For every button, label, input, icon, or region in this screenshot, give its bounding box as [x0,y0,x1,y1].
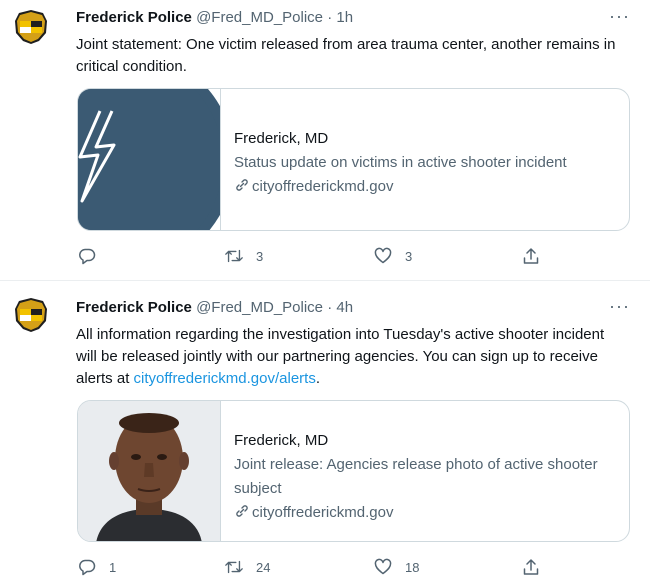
separator-dot: · [327,9,333,26]
author-name[interactable]: Frederick Police [76,299,192,316]
author-name[interactable]: Frederick Police [76,9,192,26]
timestamp[interactable]: 4h [336,299,353,316]
author-handle[interactable]: @Fred_MD_Police [196,299,323,316]
share-icon [523,248,539,264]
police-badge-avatar[interactable] [13,9,49,45]
link-card[interactable]: Frederick, MD Status update on victims i… [77,88,630,231]
retweet-button[interactable]: 3 [224,245,263,267]
tweet-header: Frederick Police @Fred_MD_Police · 1h [76,8,353,28]
tweet[interactable]: Frederick Police @Fred_MD_Police · 4h ··… [0,281,650,585]
card-text: Frederick, MD Joint release: Agencies re… [234,429,609,525]
reply-button[interactable]: 1 [77,556,116,578]
retweet-icon [225,560,243,574]
retweet-count: 24 [256,559,271,575]
tweet-text: All information regarding the investigat… [76,324,616,390]
tweet[interactable]: Frederick Police @Fred_MD_Police · 1h ··… [0,0,650,281]
tweet-text-end: . [315,370,320,387]
link-card[interactable]: Frederick, MD Joint release: Agencies re… [77,400,630,542]
police-badge-avatar[interactable] [13,297,49,333]
tweet-actions: 1 24 18 [77,556,547,578]
card-thumbnail-lightning [78,89,235,230]
tweet-text: Joint statement: One victim released fro… [76,36,616,75]
separator-dot: · [327,299,333,316]
heart-icon [374,247,392,264]
share-button[interactable] [521,245,541,267]
retweet-icon [225,249,243,263]
more-options-icon[interactable]: ··· [609,6,630,27]
card-site: Frederick, MD [234,432,329,449]
card-url-text: cityoffrederickmd.gov [252,178,394,195]
like-count: 3 [405,248,413,264]
alerts-link[interactable]: cityoffrederickmd.gov/alerts [134,370,316,387]
heart-icon [374,558,392,575]
card-title[interactable]: Joint release: Agencies release photo of… [234,453,609,501]
card-url-text: cityoffrederickmd.gov [252,504,394,521]
tweet-actions: 3 3 [77,245,547,267]
card-site: Frederick, MD [234,130,329,147]
card-url[interactable]: cityoffrederickmd.gov [234,175,609,199]
card-title[interactable]: Status update on victims in active shoot… [234,151,609,175]
share-icon [523,559,539,575]
more-options-icon[interactable]: ··· [609,296,630,317]
card-thumbnail-subject-photo [78,401,221,541]
timestamp[interactable]: 1h [336,9,353,26]
retweet-button[interactable]: 24 [224,556,270,578]
author-handle[interactable]: @Fred_MD_Police [196,9,323,26]
like-button[interactable]: 18 [373,556,419,578]
reply-icon [79,559,96,576]
tweet-header: Frederick Police @Fred_MD_Police · 4h [76,298,353,318]
reply-icon [79,248,96,265]
reply-count: 1 [109,559,117,575]
link-icon [236,505,248,517]
link-icon [236,179,248,191]
card-url[interactable]: cityoffrederickmd.gov [234,501,609,525]
share-button[interactable] [521,556,541,578]
card-text: Frederick, MD Status update on victims i… [234,127,609,199]
like-count: 18 [405,559,420,575]
like-button[interactable]: 3 [373,245,412,267]
reply-button[interactable] [77,245,109,267]
retweet-count: 3 [256,248,264,264]
